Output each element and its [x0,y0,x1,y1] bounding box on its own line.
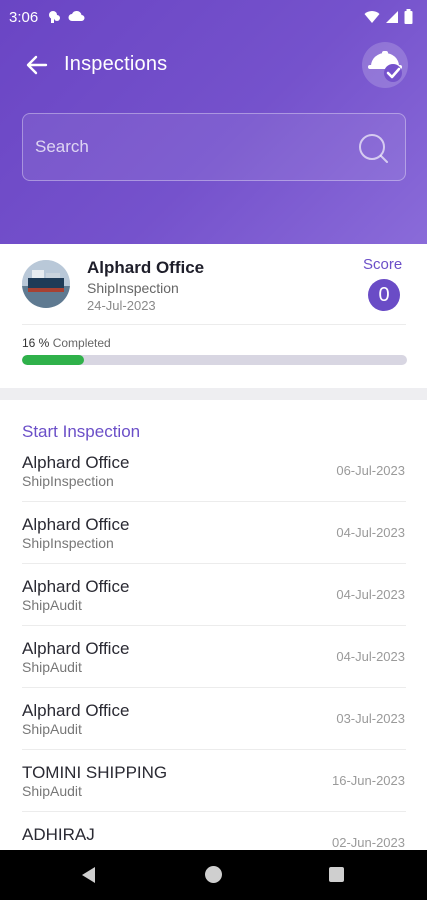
nav-home-icon[interactable] [205,866,222,883]
status-bar: 3:06 [0,0,427,34]
list-item-type: ShipAudit [22,597,82,613]
inspection-list: Alphard Office ShipInspection 06-Jul-2023 A… [0,440,427,874]
list-item-name: Alphard Office [22,639,130,658]
nav-recents-icon[interactable] [329,867,344,882]
status-notification-icons [46,9,86,25]
helmet-check-button[interactable] [362,42,408,88]
section-divider [0,388,427,400]
battery-icon [404,9,413,24]
start-inspection-header: Start Inspection [22,422,141,441]
list-item-date: 04-Jul-2023 [336,587,405,602]
card-divider [22,324,406,325]
helmet-check-icon [368,51,402,82]
progress-fill [22,355,84,365]
list-item-name: Alphard Office [22,577,130,596]
list-item-name: Alphard Office [22,453,130,472]
progress-label: Completed [52,336,111,350]
cloud-icon [68,10,85,22]
inspection-list-item[interactable]: Alphard Office ShipInspection 06-Jul-2023 [0,440,427,502]
status-time: 3:06 [9,9,39,26]
back-arrow-icon[interactable] [24,52,50,78]
list-item-type: ShipAudit [22,783,82,799]
list-item-name: TOMINI SHIPPING [22,763,168,782]
inspection-date: 24-Jul-2023 [87,298,156,313]
inspection-list-item[interactable]: Alphard Office ShipAudit 04-Jul-2023 [0,626,427,688]
current-inspection-card[interactable]: Alphard Office ShipInspection 24-Jul-202… [0,244,427,388]
score-label: Score [363,256,403,273]
signal-icon [386,10,398,23]
inspection-list-item[interactable]: Alphard Office ShipAudit 03-Jul-2023 [0,688,427,750]
list-item-type: ShipAudit [22,659,82,675]
search-input[interactable] [35,132,345,162]
inspection-list-item[interactable]: TOMINI SHIPPING ShipAudit 16-Jun-2023 [0,750,427,812]
page-title: Inspections [64,53,168,75]
list-item-type: ShipInspection [22,535,114,551]
wifi-icon [364,10,380,23]
progress-bar [22,355,407,365]
notification-app-icon [49,11,60,23]
system-nav-bar [0,850,427,900]
list-item-date: 06-Jul-2023 [336,463,405,478]
ship-image-icon [22,260,70,308]
inspection-list-item[interactable]: Alphard Office ShipAudit 04-Jul-2023 [0,564,427,626]
list-item-date: 04-Jul-2023 [336,525,405,540]
inspection-list-item[interactable]: Alphard Office ShipInspection 04-Jul-2023 [0,502,427,564]
inspection-type: ShipInspection [87,280,179,296]
progress-text: 16 % Completed [22,336,111,350]
status-system-icons [364,9,413,24]
list-item-type: ShipInspection [22,473,114,489]
list-item-type: ShipAudit [22,721,82,737]
list-item-name: Alphard Office [22,701,130,720]
list-item-date: 03-Jul-2023 [336,711,405,726]
list-item-date: 04-Jul-2023 [336,649,405,664]
nav-back-icon[interactable] [80,866,98,884]
app-header: 3:06 Inspections [0,0,427,244]
progress-percent: 16 % [22,336,50,350]
list-item-date: 02-Jun-2023 [332,835,405,850]
list-item-name: Alphard Office [22,515,130,534]
inspection-name: Alphard Office [87,258,205,277]
score-badge: 0 [368,279,400,311]
list-item-name: ADHIRAJ [22,825,95,844]
search-box[interactable] [22,113,406,181]
search-icon[interactable] [357,132,389,164]
vessel-avatar [22,260,70,308]
list-item-date: 16-Jun-2023 [332,773,405,788]
